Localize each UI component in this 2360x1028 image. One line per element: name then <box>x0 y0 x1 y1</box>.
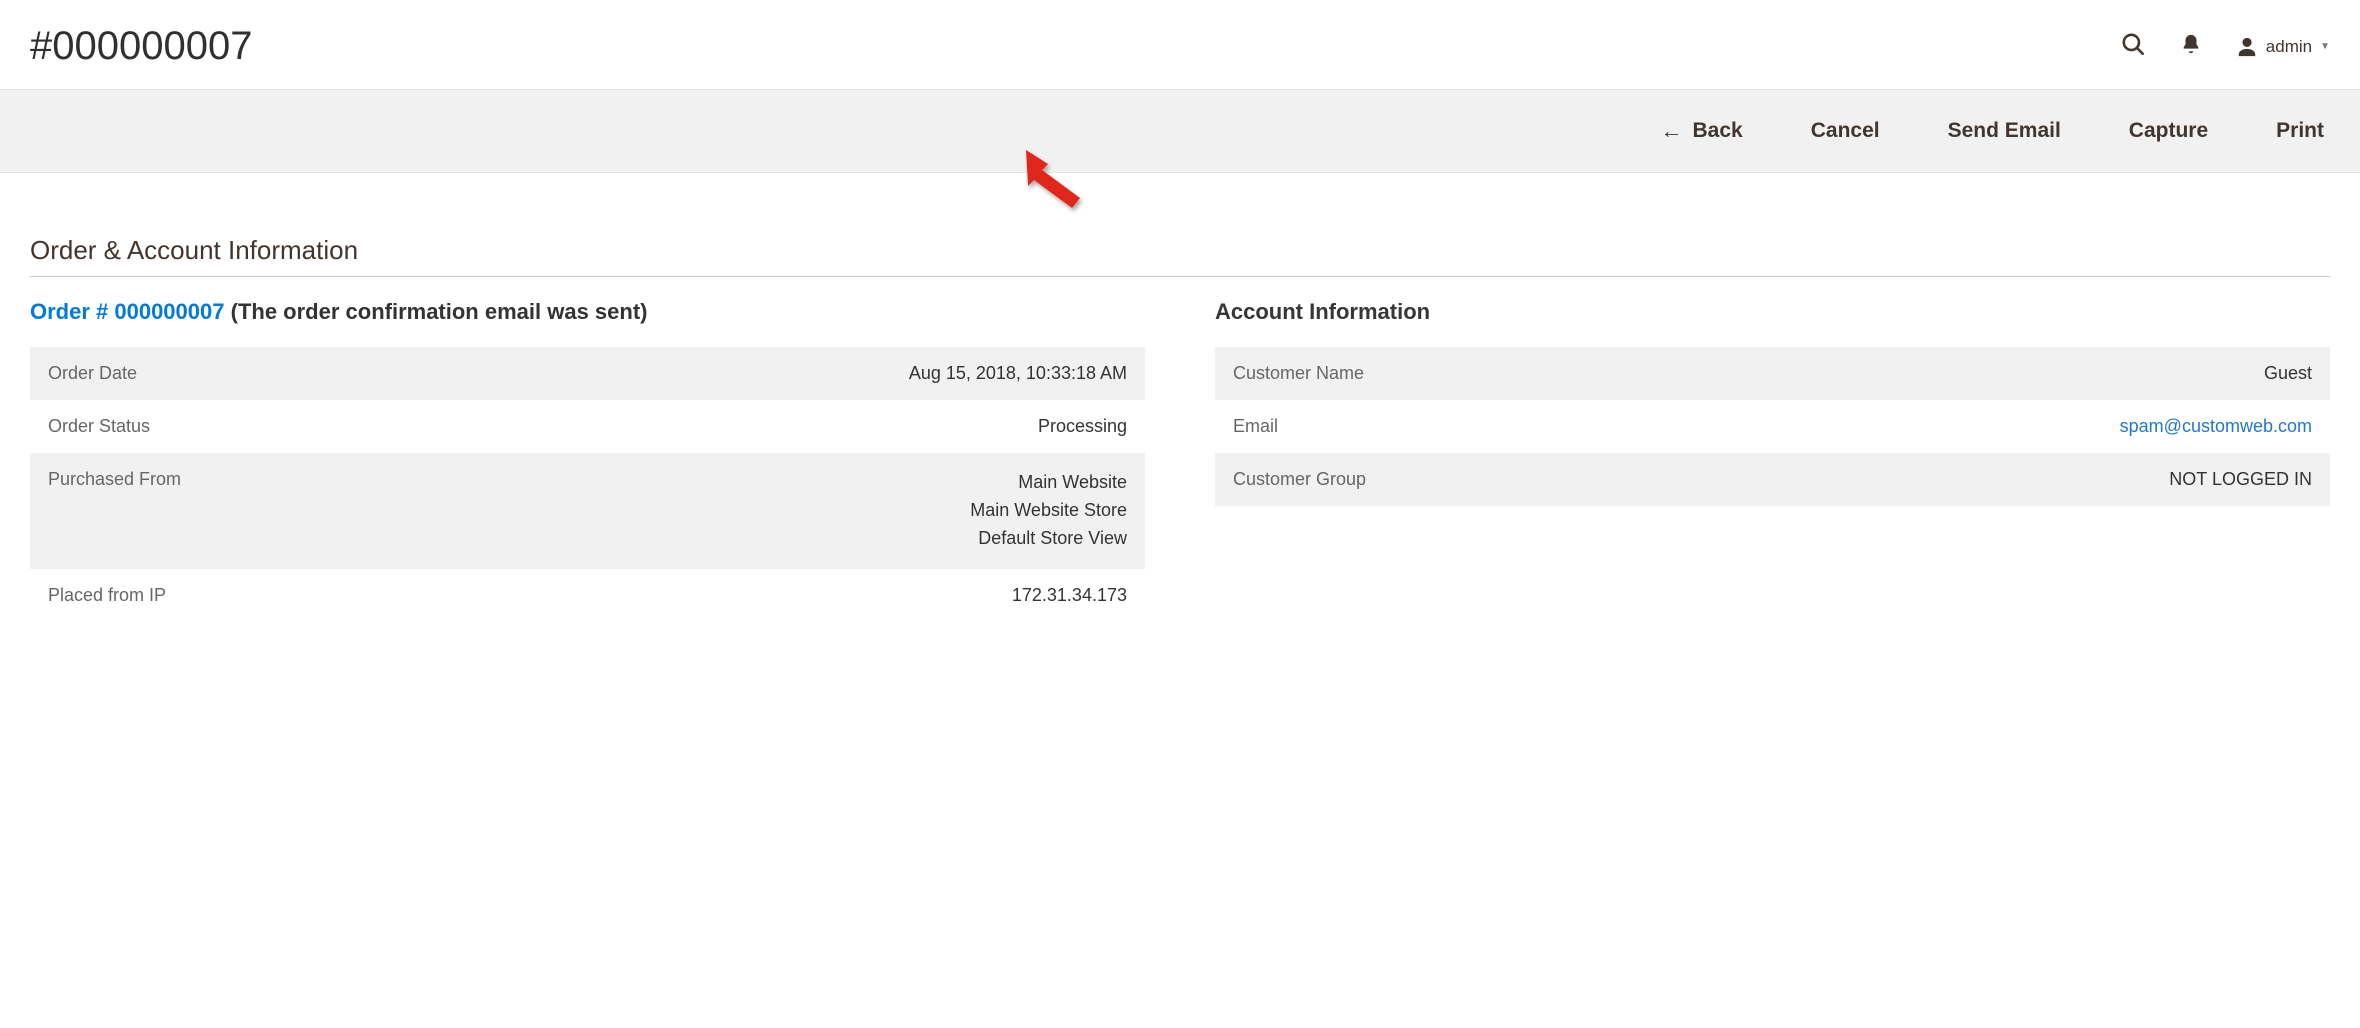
table-row: Customer Name Guest <box>1215 347 2330 400</box>
admin-username: admin <box>2266 37 2312 57</box>
purchased-from-label: Purchased From <box>30 453 498 569</box>
page-header: #000000007 admin ▼ <box>30 24 2330 69</box>
table-row: Order Date Aug 15, 2018, 10:33:18 AM <box>30 347 1145 400</box>
arrow-left-icon: ← <box>1661 120 1683 142</box>
placed-ip-label: Placed from IP <box>30 569 498 622</box>
placed-ip-value: 172.31.34.173 <box>498 569 1145 622</box>
purchased-from-value: Main Website Main Website Store Default … <box>498 453 1145 569</box>
admin-account-menu[interactable]: admin ▼ <box>2236 36 2330 58</box>
send-email-button[interactable]: Send Email <box>1942 118 2067 144</box>
account-information-panel: Account Information Customer Name Guest … <box>1215 299 2330 622</box>
user-icon <box>2236 36 2258 58</box>
order-account-columns: Order # 000000007 (The order confirmatio… <box>30 299 2330 622</box>
account-panel-title: Account Information <box>1215 299 2330 325</box>
header-tools: admin ▼ <box>2120 31 2330 62</box>
email-value: spam@customweb.com <box>1683 400 2330 453</box>
account-info-table: Customer Name Guest Email spam@customweb… <box>1215 347 2330 506</box>
purchased-from-line: Default Store View <box>516 525 1127 553</box>
order-action-bar: ← Back Cancel Send Email Capture Print <box>0 89 2360 173</box>
page-title: #000000007 <box>30 24 252 69</box>
print-button-label: Print <box>2276 119 2324 143</box>
purchased-from-line: Main Website <box>516 469 1127 497</box>
table-row: Customer Group NOT LOGGED IN <box>1215 453 2330 506</box>
order-status-value: Processing <box>498 400 1145 453</box>
table-row: Order Status Processing <box>30 400 1145 453</box>
order-number-link[interactable]: Order # 000000007 <box>30 299 225 324</box>
order-panel-title: Order # 000000007 (The order confirmatio… <box>30 299 1145 325</box>
customer-name-label: Customer Name <box>1215 347 1683 400</box>
order-email-sent-note: (The order confirmation email was sent) <box>231 299 648 324</box>
table-row: Purchased From Main Website Main Website… <box>30 453 1145 569</box>
chevron-down-icon: ▼ <box>2320 41 2330 52</box>
cancel-button[interactable]: Cancel <box>1805 118 1886 144</box>
order-status-label: Order Status <box>30 400 498 453</box>
purchased-from-line: Main Website Store <box>516 497 1127 525</box>
customer-group-value: NOT LOGGED IN <box>1683 453 2330 506</box>
search-icon[interactable] <box>2120 31 2146 62</box>
back-button-label: Back <box>1693 119 1743 143</box>
print-button[interactable]: Print <box>2270 118 2330 144</box>
order-date-label: Order Date <box>30 347 498 400</box>
customer-name-value: Guest <box>1683 347 2330 400</box>
customer-email-link[interactable]: spam@customweb.com <box>2120 416 2312 436</box>
table-row: Email spam@customweb.com <box>1215 400 2330 453</box>
capture-button[interactable]: Capture <box>2123 118 2214 144</box>
section-heading: Order & Account Information <box>30 235 2330 277</box>
order-info-table: Order Date Aug 15, 2018, 10:33:18 AM Ord… <box>30 347 1145 622</box>
send-email-button-label: Send Email <box>1948 119 2061 143</box>
table-row: Placed from IP 172.31.34.173 <box>30 569 1145 622</box>
notifications-icon[interactable] <box>2180 33 2202 60</box>
customer-group-label: Customer Group <box>1215 453 1683 506</box>
cancel-button-label: Cancel <box>1811 119 1880 143</box>
order-information-panel: Order # 000000007 (The order confirmatio… <box>30 299 1145 622</box>
back-button[interactable]: ← Back <box>1655 118 1749 144</box>
capture-button-label: Capture <box>2129 119 2208 143</box>
order-date-value: Aug 15, 2018, 10:33:18 AM <box>498 347 1145 400</box>
email-label: Email <box>1215 400 1683 453</box>
